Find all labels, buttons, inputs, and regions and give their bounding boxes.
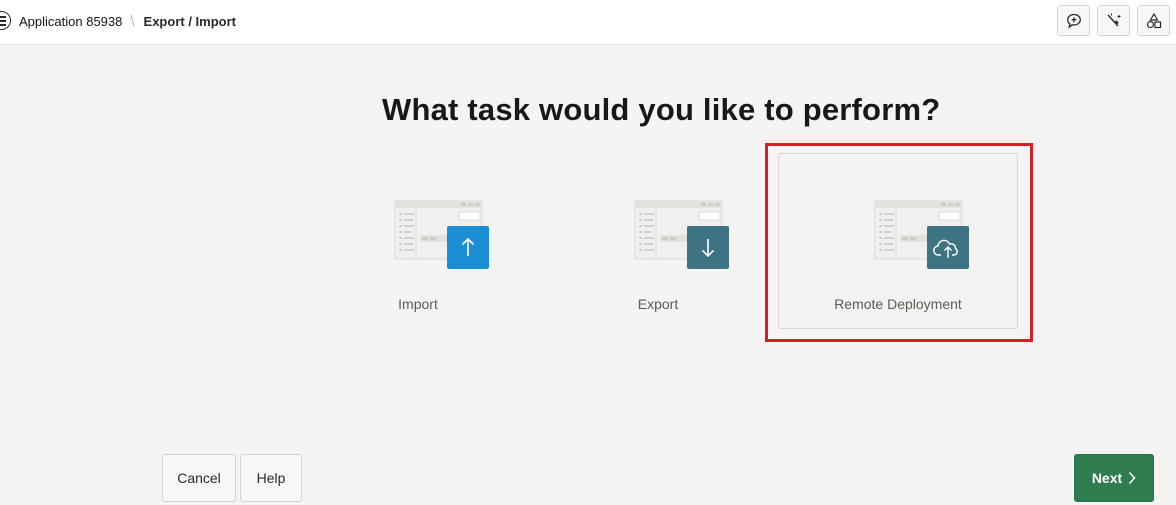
option-label-export: Export bbox=[637, 296, 679, 312]
app-menu-icon[interactable] bbox=[0, 11, 11, 30]
feedback-button[interactable] bbox=[1057, 5, 1090, 36]
option-label-remote-deployment: Remote Deployment bbox=[834, 296, 962, 312]
next-button-label: Next bbox=[1091, 470, 1123, 486]
export-illustration bbox=[634, 200, 729, 269]
option-card-remote-deployment[interactable]: Remote Deployment bbox=[778, 153, 1018, 329]
page-title: What task would you like to perform? bbox=[382, 92, 941, 127]
chevron-right-icon bbox=[1129, 471, 1136, 485]
remote-deployment-illustration bbox=[874, 200, 969, 269]
breadcrumb-app-link[interactable]: Application 85938 bbox=[19, 14, 122, 29]
breadcrumb-separator: \ bbox=[130, 12, 135, 30]
shapes-button[interactable] bbox=[1137, 5, 1170, 36]
magic-wand-icon bbox=[1106, 13, 1120, 26]
cancel-button[interactable]: Cancel bbox=[162, 454, 236, 502]
feedback-icon bbox=[1066, 13, 1081, 29]
top-bar: Application 85938 \ Export / Import bbox=[0, 0, 1176, 45]
option-card-import[interactable]: Import bbox=[298, 153, 538, 329]
shapes-icon bbox=[1146, 12, 1161, 28]
help-button[interactable]: Help bbox=[240, 454, 302, 502]
magic-wand-button[interactable] bbox=[1097, 5, 1130, 36]
option-card-export[interactable]: Export bbox=[538, 153, 778, 329]
import-illustration bbox=[394, 200, 489, 269]
option-label-import: Import bbox=[398, 296, 438, 312]
breadcrumb-current: Export / Import bbox=[143, 13, 236, 29]
breadcrumb: Application 85938 \ Export / Import bbox=[19, 0, 236, 42]
next-button[interactable]: Next bbox=[1074, 454, 1154, 502]
